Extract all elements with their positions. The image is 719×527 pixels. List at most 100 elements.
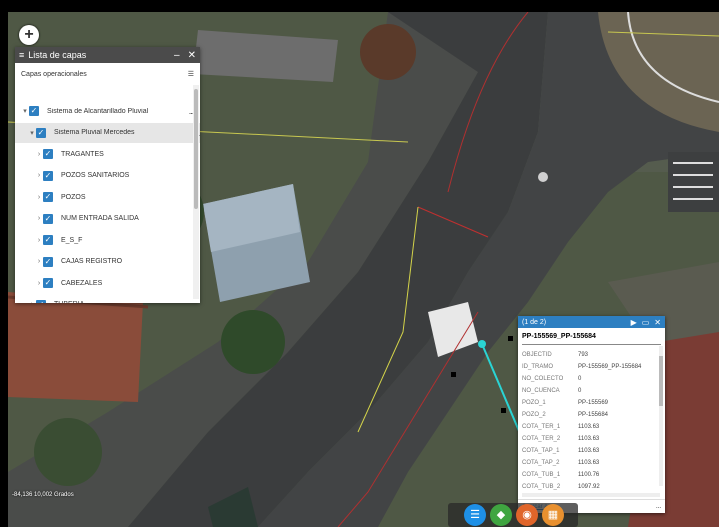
expand-arrow-icon[interactable]: › (35, 280, 43, 287)
attribute-key: COTA_TER_2 (522, 436, 561, 442)
popup-title: PP-155569_PP-155684 (522, 328, 661, 345)
attribute-key: COTA_TAP_2 (522, 460, 560, 466)
expand-arrow-icon[interactable]: › (28, 301, 36, 303)
layer-row[interactable]: ›✓CAJAS REGISTRO... (15, 252, 200, 272)
close-popup-icon[interactable]: ✕ (654, 318, 661, 327)
attribute-value: 1103.63 (578, 448, 600, 454)
layer-checkbox[interactable]: ✓ (43, 170, 53, 181)
zoom-in-button[interactable]: + (19, 25, 39, 45)
layer-row[interactable]: ›✓NUM ENTRADA SALIDA... (15, 209, 200, 229)
attribute-row: OBJECTID 793 (522, 349, 641, 361)
attribute-value: 1097.92 (578, 484, 600, 490)
layer-row[interactable]: ›✓CABEZALES... (15, 273, 200, 293)
section-label: Capas operacionales (21, 70, 87, 78)
attribute-key: POZO_2 (522, 412, 546, 418)
layer-label: CABEZALES (61, 279, 103, 287)
basemap-tool-icon[interactable]: ◆ (490, 504, 512, 526)
attribute-value: 1103.63 (578, 460, 600, 466)
expand-arrow-icon[interactable]: ▾ (28, 129, 36, 137)
layer-list-tool-icon[interactable]: ☰ (464, 504, 486, 526)
attribute-value: 0 (578, 376, 582, 382)
expand-arrow-icon[interactable]: › (35, 258, 43, 265)
attribute-value: PP-155569_PP-155684 (578, 364, 642, 370)
attribute-key: ID_TRAMO (522, 364, 554, 370)
layer-checkbox[interactable]: ✓ (43, 278, 53, 288)
attribute-key: COTA_TER_1 (522, 424, 561, 430)
attribute-value: PP-155569 (578, 400, 609, 406)
layer-options-button[interactable]: ... (190, 300, 200, 304)
expand-arrow-icon[interactable]: › (35, 237, 43, 244)
layer-list-header: ≡ Lista de capas – ✕ (15, 47, 200, 63)
attribute-value: 1103.63 (578, 424, 600, 430)
layer-checkbox[interactable]: ✓ (29, 106, 39, 116)
attribute-key: POZO_1 (522, 400, 546, 406)
layer-label: TRAGANTES (61, 150, 104, 158)
coordinates-readout: -84,136 10,002 Grados (12, 492, 74, 498)
feature-popup: (1 de 2) ▶ ▭ ✕ PP-155569_PP-155684 OBJEC… (518, 316, 665, 513)
popup-h-scrollbar[interactable] (522, 493, 660, 497)
expand-arrow-icon[interactable]: ▾ (21, 107, 29, 115)
layer-checkbox[interactable]: ✓ (43, 235, 53, 245)
popup-scrollbar[interactable] (659, 346, 663, 486)
attribute-value: 1103.63 (578, 436, 600, 442)
layer-label: POZOS SANITARIOS (61, 172, 130, 179)
popup-counter: (1 de 2) (522, 318, 547, 326)
layer-row[interactable]: ▾ ✓ Sistema de Alcantarillado Pluvial... (15, 101, 199, 121)
attribute-row: NO_CUENCA 0 (522, 385, 641, 397)
layer-checkbox[interactable]: ✓ (43, 213, 53, 224)
popup-more-button[interactable]: ... (656, 504, 661, 510)
filter-icon[interactable]: ☰ (188, 70, 194, 78)
layer-row[interactable]: ›✓TRAGANTES... (15, 144, 200, 164)
maximize-icon[interactable]: ▭ (642, 318, 650, 327)
attribute-key: NO_CUENCA (522, 388, 560, 394)
attribute-row: COTA_TUB_1 1100.76 (522, 469, 641, 481)
expand-arrow-icon[interactable]: › (35, 215, 43, 222)
attribute-key: COTA_TAP_1 (522, 448, 560, 454)
attribute-key: NO_COLECTO (522, 376, 564, 382)
layer-row[interactable]: ›✓POZOS SANITARIOS... (15, 166, 200, 186)
attribute-value: 0 (578, 388, 582, 394)
layer-row[interactable]: ›✓POZOS... (15, 187, 200, 207)
attribute-key: COTA_TUB_2 (522, 484, 561, 490)
layer-checkbox[interactable]: ✓ (43, 256, 53, 267)
layer-checkbox[interactable]: ✓ (36, 299, 46, 303)
attribute-value: PP-155684 (578, 412, 609, 418)
close-button[interactable]: ✕ (188, 50, 196, 61)
expand-arrow-icon[interactable]: › (35, 194, 43, 201)
legend-tool-icon[interactable]: ◉ (516, 504, 538, 526)
minimize-button[interactable]: – (174, 50, 180, 61)
layer-row[interactable]: ▾✓Sistema Pluvial Mercedes... (15, 122, 200, 143)
attribute-row: COTA_TER_2 1103.63 (522, 433, 641, 445)
layer-row[interactable]: ›✓E_S_F... (15, 230, 200, 250)
layer-checkbox[interactable]: ✓ (43, 192, 53, 202)
layer-label: TUBERIA (54, 301, 190, 303)
operational-layers-bar: Capas operacionales ☰ (15, 63, 200, 85)
layers-icon: ≡ (19, 50, 25, 60)
expand-arrow-icon[interactable]: › (35, 151, 43, 158)
layer-list-title: Lista de capas (28, 50, 87, 60)
attribute-value: 1100.76 (578, 472, 600, 478)
layer-label: CAJAS REGISTRO (61, 258, 123, 265)
layer-label: POZOS (61, 193, 86, 201)
next-feature-icon[interactable]: ▶ (631, 318, 637, 327)
attribute-row: NO_COLECTO 0 (522, 373, 641, 385)
attribute-row: POZO_1 PP-155569 (522, 397, 641, 409)
attribute-row: COTA_TAP_2 1103.63 (522, 457, 641, 469)
grid-tool-icon[interactable]: ▦ (542, 504, 564, 526)
attribute-table: OBJECTID 793 ID_TRAMO PP-155569_PP-155684 NO… (522, 349, 641, 493)
attribute-row: COTA_TER_1 1103.63 (522, 421, 641, 433)
attribute-row: ID_TRAMO PP-155569_PP-155684 (522, 361, 641, 373)
layer-list-scrollbar[interactable] (193, 85, 199, 299)
layer-checkbox[interactable]: ✓ (36, 127, 46, 138)
attribute-key: OBJECTID (522, 352, 552, 358)
attribute-value: 793 (578, 352, 589, 358)
map-view[interactable]: + ≡ Lista de capas – ✕ Capas operacional… (8, 12, 719, 527)
attribute-row: COTA_TAP_1 1103.63 (522, 445, 641, 457)
attribute-key: COTA_TUB_1 (522, 472, 561, 478)
layer-label: Sistema de Alcantarillado Pluvial (47, 107, 149, 115)
bottom-toolbar: ☰ ◆ ◉ ▦ (448, 503, 578, 527)
layer-checkbox[interactable]: ✓ (43, 149, 53, 159)
layer-row[interactable]: ›✓ TUBERIA... (15, 295, 200, 304)
expand-arrow-icon[interactable]: › (35, 172, 43, 179)
layer-label: NUM ENTRADA SALIDA (61, 215, 139, 222)
